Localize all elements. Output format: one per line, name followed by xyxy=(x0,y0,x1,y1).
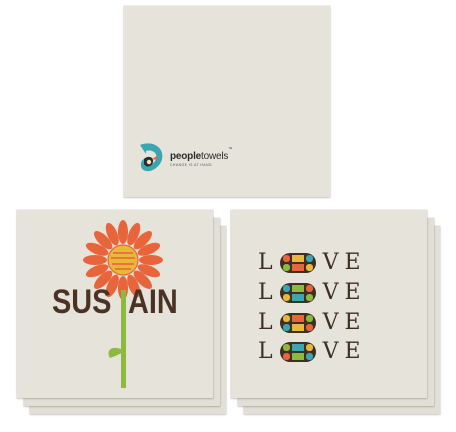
love-l: L xyxy=(258,250,279,275)
love-ve: VE xyxy=(322,339,367,364)
love-ve: VE xyxy=(322,310,367,335)
o-mosaic-icon xyxy=(279,342,316,362)
love-ve: VE xyxy=(322,250,367,275)
brand-name: peopletowels™ xyxy=(170,145,232,162)
o-mosaic-icon xyxy=(279,313,316,333)
love-row-2: L VE xyxy=(258,282,367,304)
love-row-4: L VE xyxy=(258,341,367,363)
love-l: L xyxy=(258,310,279,335)
people-towels-logo: peopletowels™ CHANGE IS AT HAND xyxy=(136,141,232,173)
love-row-3: L VE xyxy=(258,312,367,334)
sustain-wordmark: SUS AIN xyxy=(52,283,192,323)
sustain-text-left: SUS xyxy=(52,283,112,321)
love-ve: VE xyxy=(322,280,367,305)
love-l: L xyxy=(258,280,279,305)
o-mosaic-icon xyxy=(279,253,316,273)
love-row-1: L VE xyxy=(258,252,367,274)
love-l: L xyxy=(258,339,279,364)
sustain-text-right: AIN xyxy=(128,283,178,321)
hand-logo-icon xyxy=(140,143,163,172)
o-mosaic-icon xyxy=(279,283,316,303)
brand-tagline: CHANGE IS AT HAND xyxy=(170,162,212,167)
